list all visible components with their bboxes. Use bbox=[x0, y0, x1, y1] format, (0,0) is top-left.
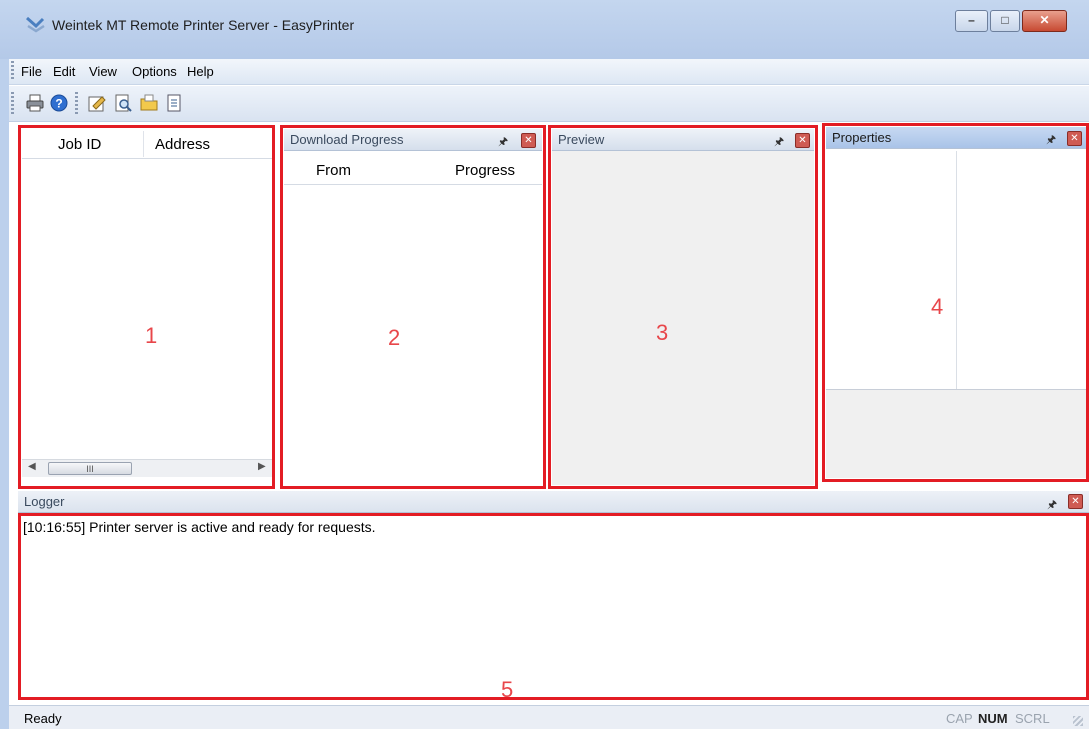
menu-view[interactable]: View bbox=[89, 64, 117, 79]
printer-icon[interactable] bbox=[25, 93, 45, 113]
annotation-number-4: 4 bbox=[931, 294, 944, 319]
maximize-button[interactable]: □ bbox=[990, 10, 1020, 32]
status-bar: Ready CAP NUM SCRL bbox=[9, 705, 1089, 729]
document-icon[interactable] bbox=[164, 93, 184, 113]
menubar-grip bbox=[11, 61, 14, 81]
menu-file[interactable]: File bbox=[21, 64, 42, 79]
highlight-box-5 bbox=[18, 513, 1089, 700]
minimize-icon: – bbox=[968, 13, 975, 27]
menu-bar: File Edit View Options Help bbox=[9, 59, 1089, 85]
annotation-number-1: 1 bbox=[145, 323, 158, 348]
print-preview-icon[interactable] bbox=[113, 93, 133, 113]
close-icon: ✕ bbox=[1039, 13, 1050, 27]
logger-title: Logger bbox=[24, 494, 65, 509]
caps-lock-indicator: CAP bbox=[946, 711, 973, 726]
printer-app-icon bbox=[24, 14, 46, 36]
menu-help[interactable]: Help bbox=[187, 64, 214, 79]
highlight-box-4 bbox=[822, 123, 1089, 482]
toolbar: ? bbox=[9, 86, 1089, 122]
close-icon[interactable]: ✕ bbox=[1068, 494, 1083, 509]
toolbar-separator bbox=[75, 92, 78, 116]
annotation-number-2: 2 bbox=[388, 325, 401, 350]
open-folder-icon[interactable] bbox=[139, 93, 159, 113]
highlight-box-1 bbox=[18, 125, 275, 489]
annotation-number-5: 5 bbox=[501, 677, 514, 702]
window-frame-left bbox=[0, 59, 9, 729]
properties-icon[interactable] bbox=[87, 93, 107, 113]
scroll-lock-indicator: SCRL bbox=[1015, 711, 1050, 726]
resize-grip-icon[interactable] bbox=[1073, 716, 1083, 726]
status-text: Ready bbox=[24, 711, 62, 726]
toolbar-grip bbox=[11, 92, 14, 116]
annotation-number-3: 3 bbox=[656, 320, 669, 345]
minimize-button[interactable]: – bbox=[955, 10, 988, 32]
menu-options[interactable]: Options bbox=[132, 64, 177, 79]
highlight-box-3 bbox=[548, 125, 818, 489]
window-title: Weintek MT Remote Printer Server - EasyP… bbox=[52, 17, 355, 33]
highlight-box-2 bbox=[280, 125, 546, 489]
menu-edit[interactable]: Edit bbox=[53, 64, 75, 79]
close-window-button[interactable]: ✕ bbox=[1022, 10, 1067, 32]
logger-header: Logger bbox=[18, 491, 1089, 513]
maximize-icon: □ bbox=[1001, 13, 1009, 27]
num-lock-indicator: NUM bbox=[978, 711, 1008, 726]
help-icon[interactable]: ? bbox=[49, 93, 69, 113]
svg-text:?: ? bbox=[55, 97, 62, 111]
